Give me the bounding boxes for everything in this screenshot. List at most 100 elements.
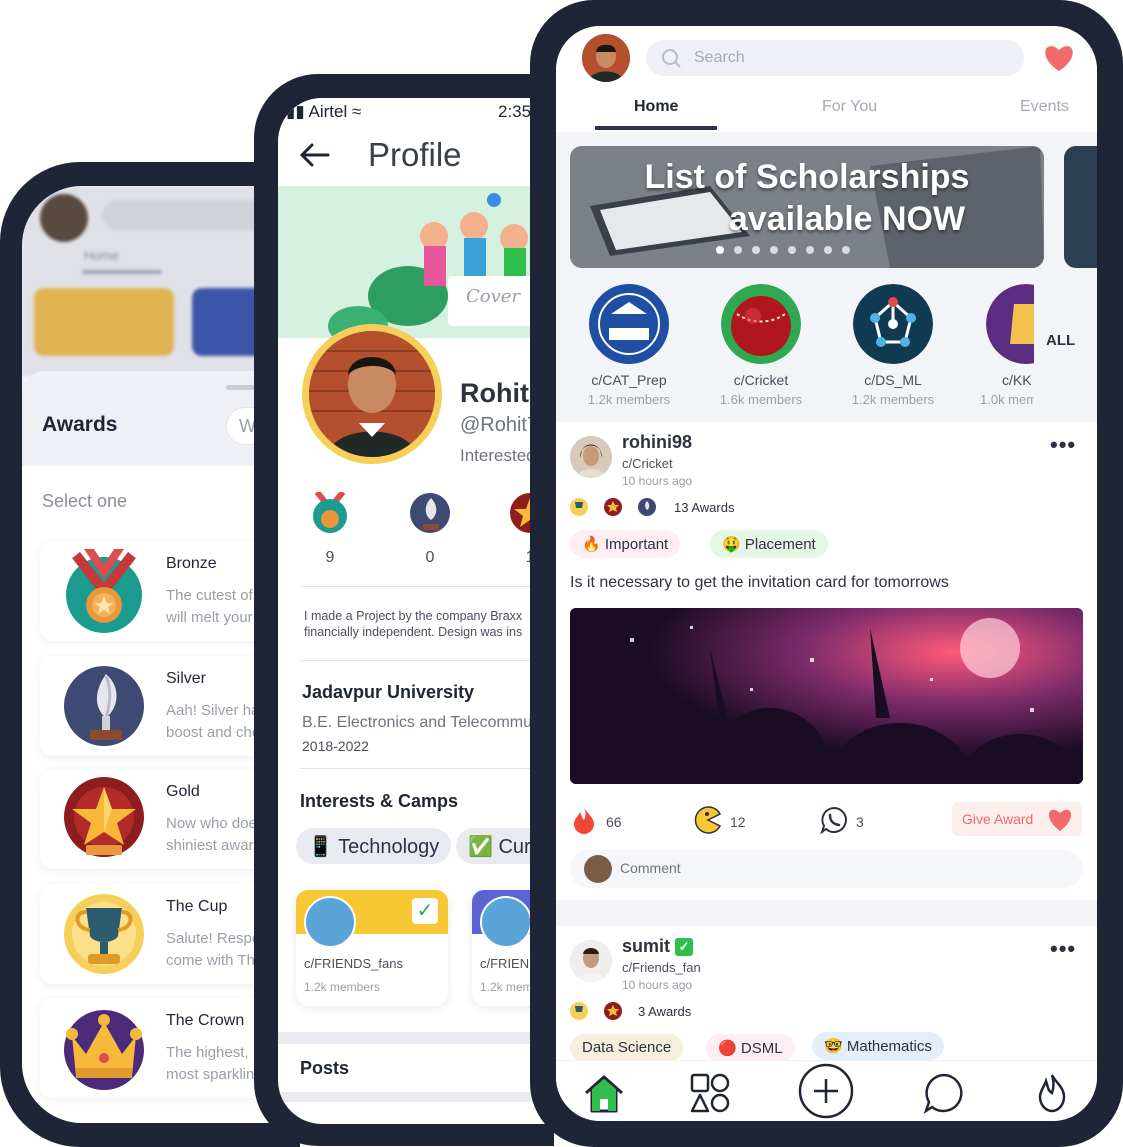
post-username[interactable]: sumit ✓ xyxy=(622,936,694,957)
tab-for-you[interactable]: For You xyxy=(822,98,877,116)
wifi-icon: ≈ xyxy=(351,102,362,121)
back-arrow-icon[interactable] xyxy=(298,140,332,170)
degree: B.E. Electronics and Telecommu xyxy=(302,714,533,731)
search-icon xyxy=(662,49,681,68)
channel-kk[interactable]: c/KK 1.0k mem xyxy=(970,284,1034,407)
post-avatar[interactable] xyxy=(570,436,612,478)
carousel-dot[interactable] xyxy=(716,246,724,254)
community-name: c/FRIENDS_fans xyxy=(304,956,403,971)
silver-trophy-icon xyxy=(64,666,144,746)
banner-title: List of Scholarships available NOW xyxy=(570,156,1044,240)
channel-ds-ml[interactable]: c/DS_ML 1.2k members xyxy=(838,284,948,407)
more-options-icon[interactable]: ••• xyxy=(1050,432,1076,458)
award-name: Bronze xyxy=(166,555,217,572)
carousel-dot[interactable] xyxy=(734,246,742,254)
party-photo xyxy=(570,608,1083,784)
page-title: Profile xyxy=(368,136,462,173)
community-members: 1.2k mem xyxy=(480,980,533,994)
signal-icon: ▮▮ xyxy=(286,102,305,121)
kkr-logo-icon xyxy=(986,284,1034,364)
add-post-icon[interactable] xyxy=(798,1063,854,1119)
verified-icon: ✓ xyxy=(675,938,694,957)
carousel-dot[interactable] xyxy=(824,246,832,254)
tag-data-science[interactable]: Data Science xyxy=(570,1034,684,1062)
profile-avatar[interactable] xyxy=(302,324,442,464)
bio-line: financially independent. Design was ins xyxy=(304,625,523,639)
carousel-dot[interactable] xyxy=(806,246,814,254)
username-text: sumit xyxy=(622,936,671,956)
bio-line: I made a Project by the company Braxx xyxy=(304,609,523,623)
search-input[interactable] xyxy=(694,46,994,70)
community-avatar xyxy=(304,896,356,948)
cover-illustration xyxy=(328,193,554,346)
profile-handle: @Rohit7 xyxy=(460,414,539,436)
search-bar[interactable] xyxy=(646,40,1024,76)
posts-title: Posts xyxy=(300,1058,350,1078)
more-options-icon[interactable]: ••• xyxy=(1050,936,1076,962)
heart-icon[interactable] xyxy=(1042,42,1076,72)
post-avatar[interactable] xyxy=(570,940,612,982)
all-channels-link[interactable]: ALL xyxy=(1046,332,1075,349)
post-community[interactable]: c/Cricket xyxy=(622,456,673,471)
user-avatar xyxy=(584,855,612,883)
feed-header: Home For You Events xyxy=(556,26,1097,132)
channel-members: 1.2k members xyxy=(851,392,935,407)
scholarship-banner[interactable]: List of Scholarships available NOW xyxy=(570,146,1044,268)
channel-cricket[interactable]: c/Cricket 1.6k members xyxy=(706,284,816,407)
tag-label: Mathematics xyxy=(846,1038,932,1055)
channel-logo xyxy=(853,284,933,364)
post-image[interactable] xyxy=(570,608,1083,784)
tab-home[interactable]: Home xyxy=(634,98,678,116)
profile-name: Rohit xyxy=(460,378,529,408)
community-card-friends-fans[interactable]: ✓ c/FRIENDS_fans 1.2k members xyxy=(296,890,448,1006)
bronze-medal-icon xyxy=(66,549,142,633)
tag-important[interactable]: 🔥 Important xyxy=(570,530,681,558)
tag-mathematics[interactable]: 🤓 Mathematics xyxy=(812,1032,944,1060)
stat-bronze[interactable]: 9 xyxy=(300,490,360,567)
interest-label: Technology xyxy=(338,836,440,858)
divider xyxy=(300,586,554,587)
give-award-button[interactable]: Give Award xyxy=(952,802,1082,836)
comment-input[interactable]: Comment xyxy=(570,850,1083,888)
carousel-dot[interactable] xyxy=(752,246,760,254)
carousel-dots[interactable] xyxy=(716,246,850,254)
profile-phone-frame: ▮▮ Airtel ≈ 2:35 Profile Cover Rohit @Ro… xyxy=(254,74,554,1146)
stat-silver[interactable]: 0 xyxy=(400,492,460,567)
joined-check-icon: ✓ xyxy=(412,898,438,924)
divider xyxy=(300,660,554,661)
silver-trophy-icon xyxy=(638,498,656,516)
post-username[interactable]: rohini98 xyxy=(622,432,692,453)
post-community[interactable]: c/Friends_fan xyxy=(622,960,701,975)
interest-chip-technology[interactable]: 📱 Technology xyxy=(296,828,452,864)
awards-title: Awards xyxy=(42,413,118,436)
avatar xyxy=(40,194,88,242)
carrier-label: ▮▮ Airtel ≈ xyxy=(286,102,361,122)
user-avatar[interactable] xyxy=(582,34,630,82)
carousel-dot[interactable] xyxy=(788,246,796,254)
whatsapp-icon xyxy=(820,806,847,834)
carousel-dot[interactable] xyxy=(770,246,778,254)
cover-image[interactable]: Cover xyxy=(278,186,554,346)
carousel-dot[interactable] xyxy=(842,246,850,254)
cup-trophy-icon xyxy=(64,894,144,974)
trending-fire-icon[interactable] xyxy=(1030,1071,1074,1115)
next-banner[interactable] xyxy=(1064,146,1097,268)
comment-placeholder: Comment xyxy=(620,860,681,876)
gold-star-icon xyxy=(64,777,144,857)
study-years: 2018-2022 xyxy=(302,738,369,754)
university-name: Jadavpur University xyxy=(302,682,475,702)
money-face-icon: 🤑 xyxy=(722,536,741,553)
gold-star-icon xyxy=(604,1002,622,1020)
bottom-navigation xyxy=(556,1060,1097,1121)
chat-icon[interactable] xyxy=(922,1071,966,1115)
home-icon[interactable] xyxy=(582,1071,626,1115)
section-gap xyxy=(278,1032,554,1044)
tag-dsml[interactable]: 🔴 DSML xyxy=(706,1034,795,1062)
tag-placement[interactable]: 🤑 Placement xyxy=(710,530,828,558)
check-icon: ✅ xyxy=(468,836,493,858)
tab-events[interactable]: Events xyxy=(1020,98,1069,116)
categories-icon[interactable] xyxy=(688,1071,732,1115)
stat-count: 0 xyxy=(425,549,435,566)
status-bar: ▮▮ Airtel ≈ 2:35 xyxy=(278,98,554,126)
channel-cat-prep[interactable]: c/CAT_Prep 1.2k members xyxy=(574,284,684,407)
